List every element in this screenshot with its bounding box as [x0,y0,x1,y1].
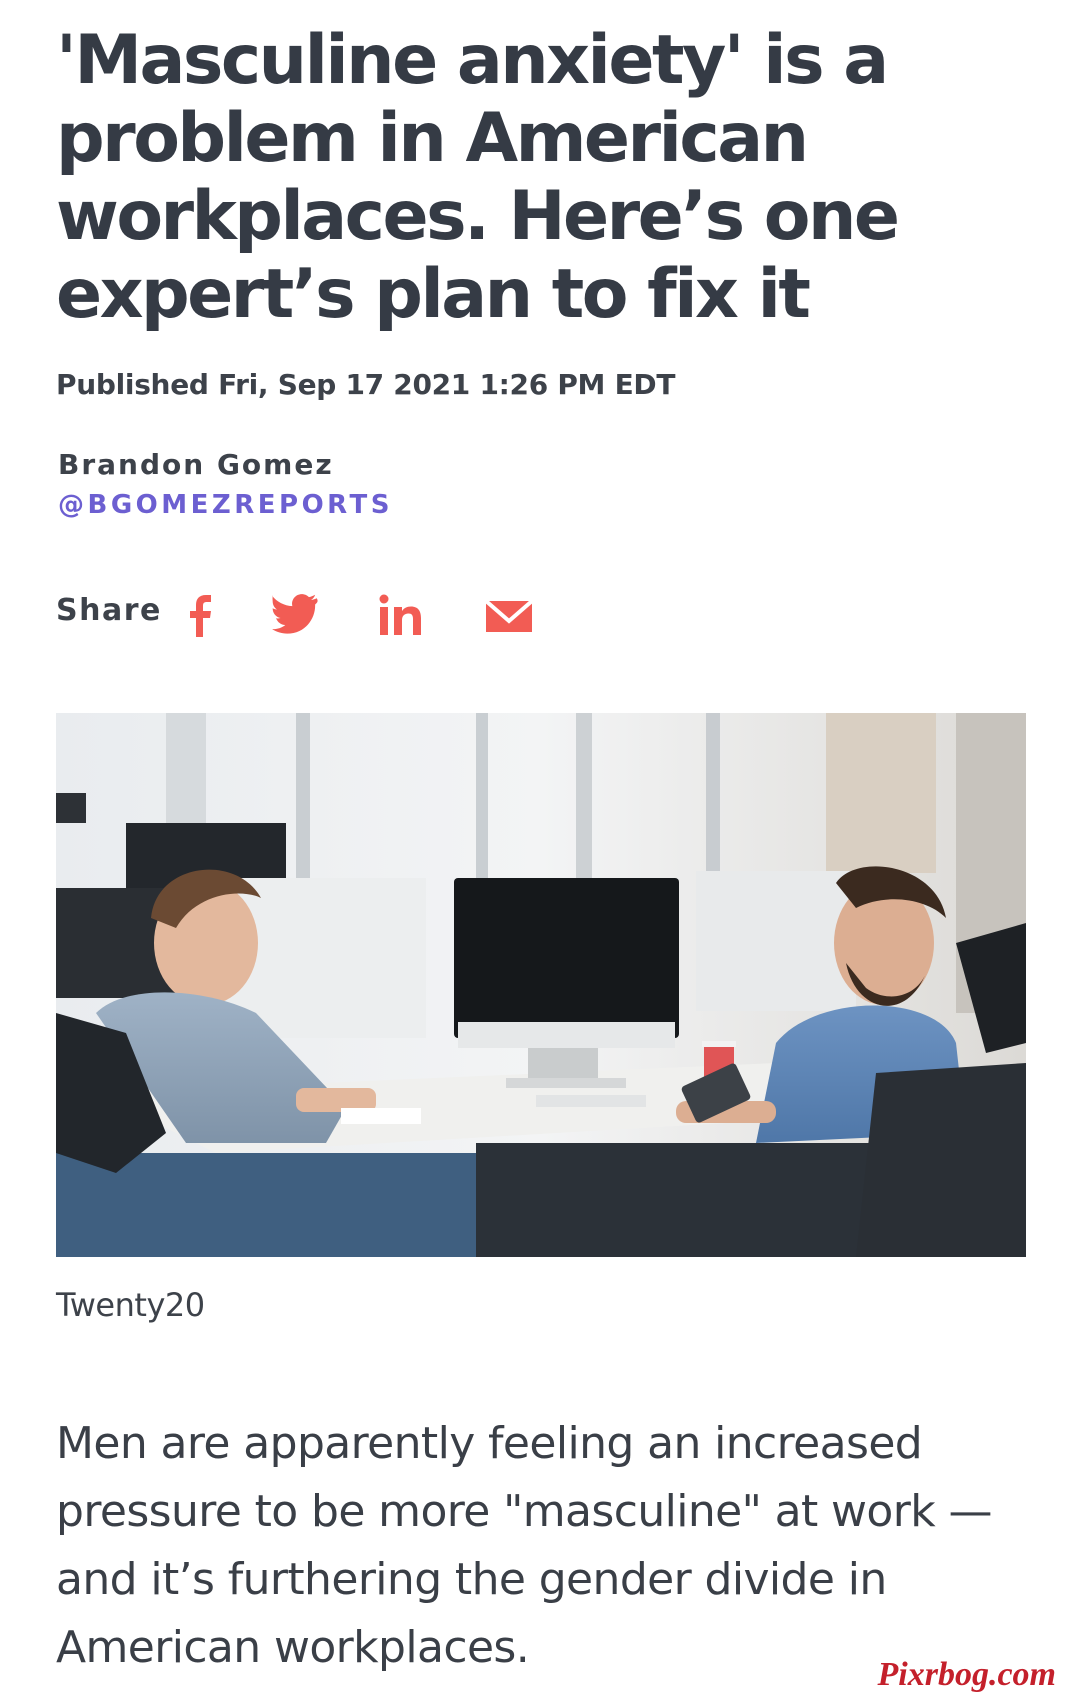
share-bar: Share [56,585,576,641]
watermark: Pixrbog.com [877,1656,1056,1693]
article-lede: Men are apparently feeling an increased … [56,1418,993,1673]
share-label: Share [56,593,162,628]
facebook-icon[interactable] [184,585,218,641]
email-icon[interactable] [484,585,534,641]
published-date: Published Fri, Sep 17 2021 1:26 PM EDT [56,368,676,401]
image-caption: Twenty20 [56,1286,205,1324]
twitter-icon[interactable] [272,585,320,641]
author-name[interactable]: Brandon Gomez [58,448,334,481]
article-photo [56,713,1026,1257]
linkedin-icon[interactable] [378,585,424,641]
article-headline: 'Masculine anxiety' is a problem in Amer… [56,21,900,334]
author-twitter-handle[interactable]: @BGOMEZREPORTS [58,490,393,520]
